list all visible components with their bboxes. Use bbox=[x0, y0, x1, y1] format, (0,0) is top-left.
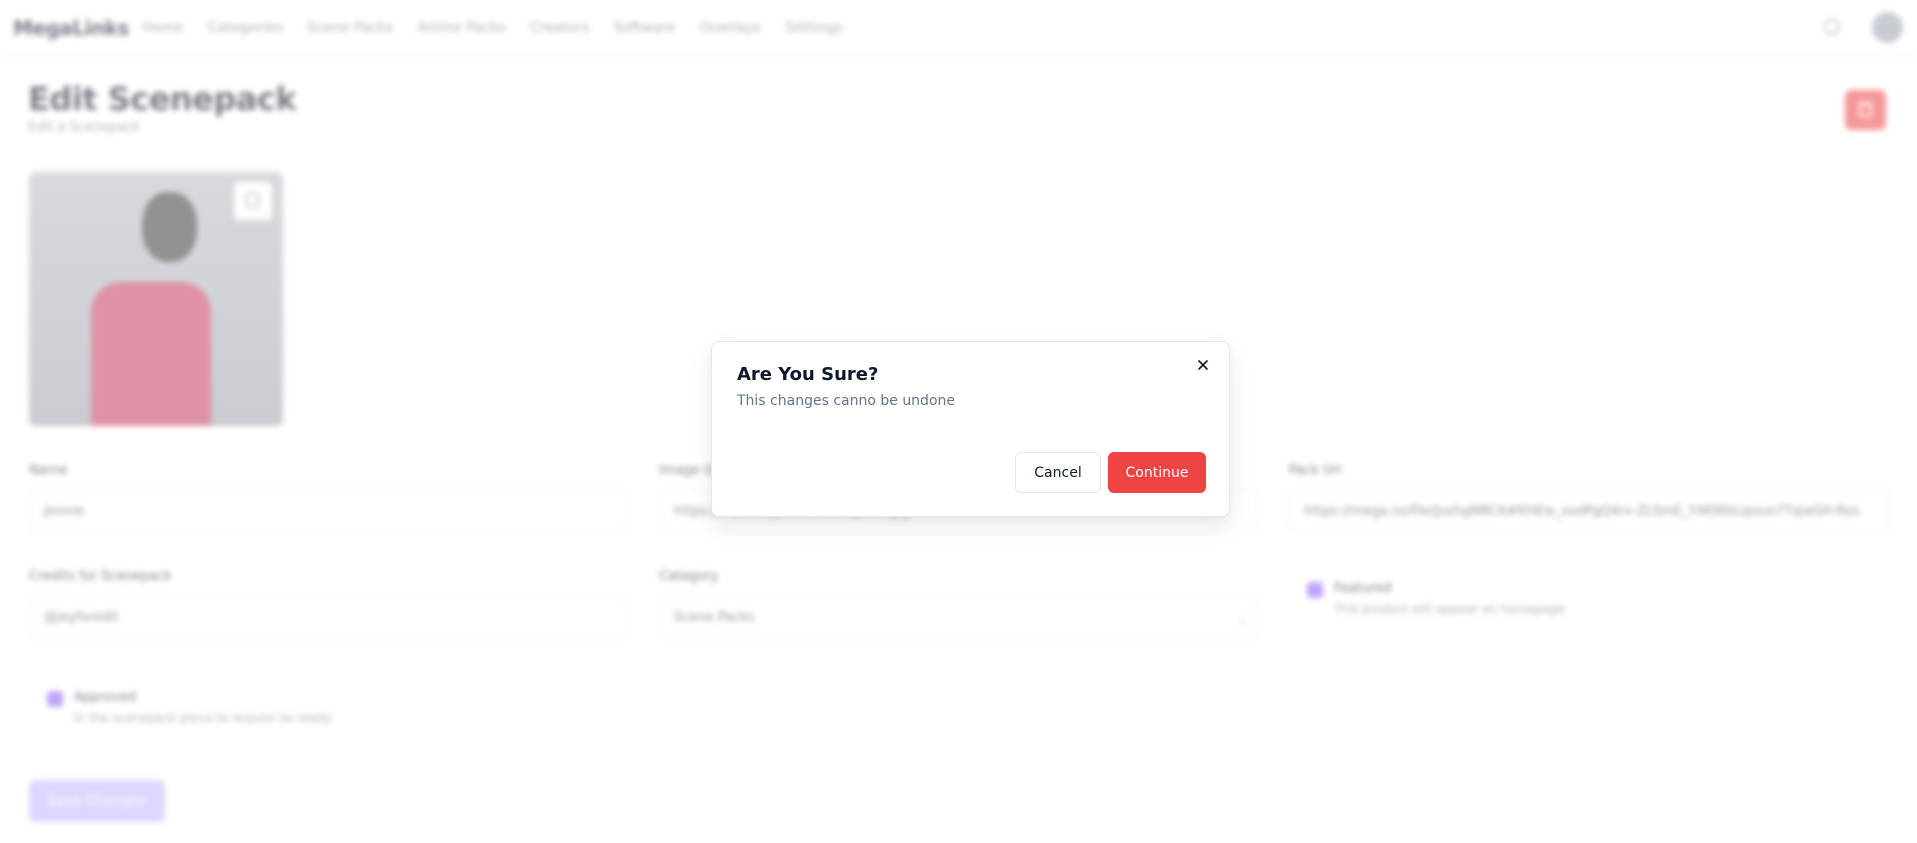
continue-button[interactable]: Continue bbox=[1108, 452, 1206, 493]
dialog-description: This changes canno be undone bbox=[737, 393, 955, 409]
close-icon[interactable] bbox=[1195, 357, 1211, 373]
confirm-dialog: Are You Sure? This changes canno be undo… bbox=[711, 341, 1230, 517]
dialog-title: Are You Sure? bbox=[737, 364, 879, 385]
cancel-button[interactable]: Cancel bbox=[1015, 452, 1101, 493]
